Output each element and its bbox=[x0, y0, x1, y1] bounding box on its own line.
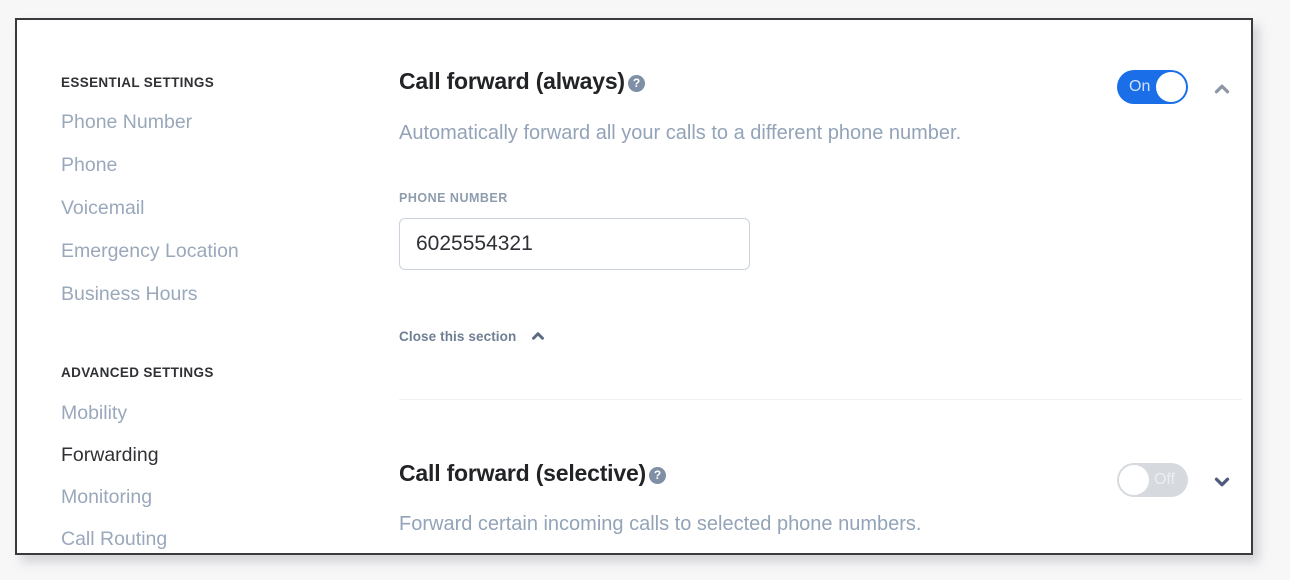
settings-panel: ESSENTIAL SETTINGS Phone Number Phone Vo… bbox=[15, 18, 1253, 555]
section-title: Call forward (always) bbox=[399, 68, 625, 94]
section-header: Call forward (selective) ? bbox=[399, 460, 1242, 494]
sidebar-item-phone-number[interactable]: Phone Number bbox=[61, 111, 192, 134]
toggle-state-label: Off bbox=[1153, 471, 1175, 488]
chevron-up-icon-section-always[interactable] bbox=[1211, 78, 1233, 100]
screenshot-root: ESSENTIAL SETTINGS Phone Number Phone Vo… bbox=[0, 0, 1290, 580]
sidebar-item-voicemail[interactable]: Voicemail bbox=[61, 197, 144, 220]
sidebar-item-mobility[interactable]: Mobility bbox=[61, 402, 127, 425]
help-circle-icon[interactable]: ? bbox=[649, 467, 666, 484]
sidebar-item-phone[interactable]: Phone bbox=[61, 154, 117, 177]
section-description: Forward certain incoming calls to select… bbox=[399, 513, 922, 535]
toggle-knob bbox=[1119, 465, 1149, 495]
phone-number-input[interactable] bbox=[399, 218, 750, 270]
nav-group-title-advanced: ADVANCED SETTINGS bbox=[61, 365, 214, 380]
sidebar-item-monitoring[interactable]: Monitoring bbox=[61, 486, 152, 509]
section-title: Call forward (selective) bbox=[399, 460, 647, 486]
toggle-knob bbox=[1156, 72, 1186, 102]
help-circle-icon[interactable]: ? bbox=[628, 75, 645, 92]
close-section-label: Close this section bbox=[399, 328, 517, 344]
toggle-call-forward-selective[interactable]: Off bbox=[1117, 463, 1188, 497]
section-divider bbox=[399, 399, 1242, 400]
chevron-down-icon-section-selective[interactable] bbox=[1211, 471, 1233, 493]
phone-number-field-label: PHONE NUMBER bbox=[399, 191, 508, 205]
sidebar-item-call-routing[interactable]: Call Routing bbox=[61, 528, 167, 551]
settings-content: Call forward (always) ? Automatically fo… bbox=[399, 20, 1251, 553]
close-section-link[interactable]: Close this section bbox=[399, 327, 547, 345]
section-call-forward-always: Call forward (always) ? Automatically fo… bbox=[399, 68, 1242, 344]
toggle-state-label: On bbox=[1129, 78, 1151, 95]
section-call-forward-selective: Call forward (selective) ? Forward certa… bbox=[399, 460, 1242, 535]
section-description: Automatically forward all your calls to … bbox=[399, 122, 962, 144]
chevron-up-icon-close-link bbox=[529, 327, 547, 345]
sidebar-item-emergency-location[interactable]: Emergency Location bbox=[61, 240, 239, 263]
sidebar-item-business-hours[interactable]: Business Hours bbox=[61, 283, 198, 306]
toggle-call-forward-always[interactable]: On bbox=[1117, 70, 1188, 104]
section-header: Call forward (always) ? bbox=[399, 68, 1242, 102]
nav-group-title-essential: ESSENTIAL SETTINGS bbox=[61, 75, 215, 90]
sidebar-item-forwarding[interactable]: Forwarding bbox=[61, 444, 159, 467]
settings-sidebar: ESSENTIAL SETTINGS Phone Number Phone Vo… bbox=[61, 20, 361, 553]
